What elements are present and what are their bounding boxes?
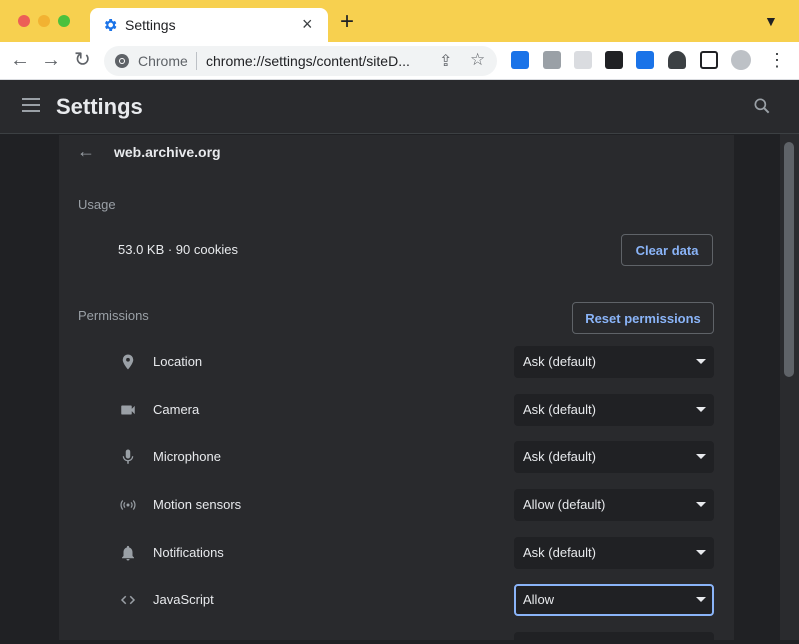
permission-label: Motion sensors	[153, 497, 242, 512]
search-icon[interactable]	[752, 96, 772, 116]
permission-label: Location	[153, 354, 203, 369]
permission-label: Notifications	[153, 545, 224, 560]
browser-toolbar: ← → ↻ Chrome chrome://settings/content/s…	[0, 42, 799, 80]
scrollbar[interactable]	[780, 134, 799, 640]
puzzle-extensions-icon[interactable]	[668, 51, 686, 69]
clear-data-button[interactable]: Clear data	[621, 234, 713, 266]
hamburger-menu-icon[interactable]	[22, 98, 40, 112]
select-value: Ask (default)	[523, 354, 596, 369]
dropdown-arrow-icon	[696, 407, 706, 412]
close-tab-icon[interactable]: ×	[302, 14, 313, 35]
menu-dots-icon[interactable]: ⋮	[768, 50, 786, 70]
tab-strip: Settings × + ▼	[0, 0, 799, 42]
usage-section-label: Usage	[78, 197, 116, 212]
permission-label: Microphone	[153, 449, 221, 464]
permission-row-camera: Camera Ask (default)	[59, 394, 734, 426]
window-close-button[interactable]	[18, 15, 30, 27]
location-pin-icon	[122, 354, 134, 370]
motion-sensors-icon	[120, 500, 136, 510]
permission-label: JavaScript	[153, 592, 214, 607]
side-panel-icon[interactable]	[700, 51, 718, 69]
javascript-permission-select[interactable]: Allow	[514, 584, 714, 616]
permission-row-microphone: Microphone Ask (default)	[59, 441, 734, 473]
camera-icon	[121, 405, 135, 415]
permission-row-javascript: JavaScript Allow	[59, 584, 734, 616]
chevron-down-icon[interactable]: ▼	[764, 13, 778, 29]
permission-row-notifications: Notifications Ask (default)	[59, 537, 734, 569]
extension-shield-icon[interactable]	[511, 51, 529, 69]
permission-label: Camera	[153, 402, 200, 417]
select-value: Ask (default)	[523, 402, 596, 417]
dropdown-arrow-icon	[696, 359, 706, 364]
bell-icon	[122, 545, 134, 561]
profile-avatar[interactable]	[731, 50, 751, 70]
reset-permissions-button[interactable]: Reset permissions	[572, 302, 714, 334]
dropdown-arrow-icon	[696, 597, 706, 602]
chrome-icon	[115, 54, 129, 68]
next-permission-select[interactable]	[514, 632, 714, 644]
dropdown-arrow-icon	[696, 502, 706, 507]
location-permission-select[interactable]: Ask (default)	[514, 346, 714, 378]
permission-row-motion-sensors: Motion sensors Allow (default)	[59, 489, 734, 521]
url-text[interactable]: chrome://settings/content/siteD...	[206, 53, 410, 69]
motion-sensors-permission-select[interactable]: Allow (default)	[514, 489, 714, 521]
bookmark-star-icon[interactable]: ☆	[470, 50, 485, 70]
extension-incognito-icon[interactable]	[543, 51, 561, 69]
scrollbar-thumb[interactable]	[784, 142, 794, 377]
permission-row-location: Location Ask (default)	[59, 346, 734, 378]
omnibox-divider	[196, 52, 197, 70]
share-icon[interactable]: ⇪	[439, 51, 452, 71]
select-value: Ask (default)	[523, 449, 596, 464]
camera-permission-select[interactable]: Ask (default)	[514, 394, 714, 426]
reload-button[interactable]: ↻	[74, 50, 91, 70]
code-icon	[120, 595, 136, 605]
window-minimize-button[interactable]	[38, 15, 50, 27]
site-title: web.archive.org	[114, 144, 221, 160]
settings-main: ← web.archive.org Usage 53.0 KB · 90 coo…	[0, 135, 780, 644]
window-zoom-button[interactable]	[58, 15, 70, 27]
extension-d-icon[interactable]	[636, 51, 654, 69]
permissions-section-label: Permissions	[78, 308, 149, 323]
select-value: Allow	[523, 592, 555, 607]
notifications-permission-select[interactable]: Ask (default)	[514, 537, 714, 569]
tab-settings[interactable]: Settings ×	[90, 8, 328, 42]
dropdown-arrow-icon	[696, 550, 706, 555]
omnibox-chrome-label: Chrome	[138, 53, 188, 69]
tab-title: Settings	[125, 17, 176, 33]
gear-icon	[104, 19, 117, 31]
usage-summary: 53.0 KB · 90 cookies	[118, 242, 238, 257]
select-value: Ask (default)	[523, 545, 596, 560]
settings-header: Settings	[0, 80, 799, 134]
site-details-card: ← web.archive.org Usage 53.0 KB · 90 coo…	[59, 135, 734, 644]
extension-s-icon[interactable]	[605, 51, 623, 69]
page-title: Settings	[56, 94, 143, 119]
select-value: Allow (default)	[523, 497, 606, 512]
new-tab-button[interactable]: +	[340, 10, 354, 34]
extension-photo-icon[interactable]	[574, 51, 592, 69]
forward-button[interactable]: →	[41, 50, 61, 70]
microphone-permission-select[interactable]: Ask (default)	[514, 441, 714, 473]
microphone-icon	[122, 449, 134, 464]
dropdown-arrow-icon	[696, 454, 706, 459]
address-bar[interactable]: Chrome chrome://settings/content/siteD..…	[104, 46, 497, 76]
back-button[interactable]: ←	[10, 50, 30, 70]
back-arrow-icon[interactable]: ←	[77, 141, 95, 162]
